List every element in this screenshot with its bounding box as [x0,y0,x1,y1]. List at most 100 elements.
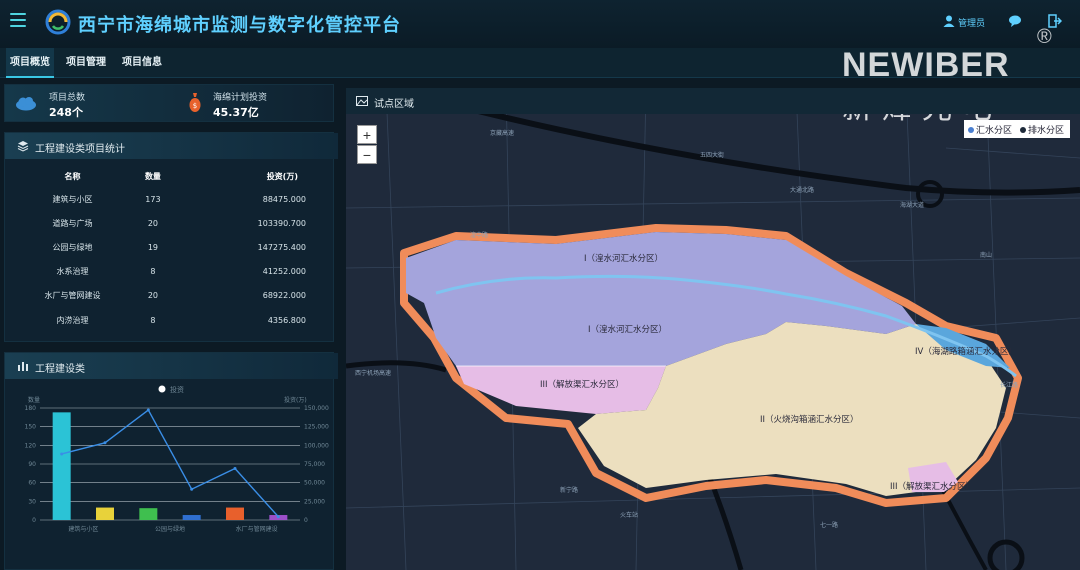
line-point-4 [190,487,194,491]
right-tick-label: 50,000 [304,480,325,487]
left-tick-label: 0 [32,517,36,524]
col-header-name: 名称 [64,171,81,181]
street-label: 七一路 [820,522,839,529]
zone-label-4: IV（海湖路箱涵汇水分区） [915,347,1017,357]
menu-icon[interactable] [10,13,26,27]
tab-project-management[interactable]: 项目管理 [62,48,110,78]
cell-count: 8 [150,267,156,277]
cell-investment: 41252.000 [262,267,306,277]
legend-dot-icon [968,127,974,133]
zone-label-3-east: III（解放渠汇水分区） [890,482,975,492]
table-row[interactable]: 建筑与小区 173 88475.000 [10,187,328,211]
table-row[interactable]: 内涝治理 8 4356.800 [10,308,328,332]
cell-investment: 68922.000 [262,291,306,301]
street-label: 海湖大道 [900,202,925,209]
bar-4 [182,515,201,520]
cell-investment: 88475.000 [262,194,306,204]
tab-project-overview[interactable]: 项目概览 [6,48,54,78]
cell-count: 20 [147,291,159,301]
map-header: 试点区域 [346,88,1080,114]
cell-name: 公园与绿地 [52,242,93,252]
zone-label-1-north: I（湟水河汇水分区） [584,254,664,264]
stats-section-title: 工程建设类项目统计 [35,144,125,155]
left-tick-label: 30 [28,498,36,505]
street-label: 南山 [980,252,993,259]
street-label: 大通北路 [790,187,815,194]
legend-catchment[interactable]: 汇水分区 [968,123,1012,136]
legend-drainage-label: 排水分区 [1028,126,1065,136]
chart-section-header: 工程建设类 [5,353,338,379]
message-icon[interactable] [1008,14,1022,28]
cell-investment: 147275.400 [257,242,306,252]
left-tick-label: 150 [25,424,37,431]
map-legend: 汇水分区 排水分区 [964,120,1070,138]
cell-name: 水厂与管网建设 [44,291,101,301]
stats-table: 名称 数量 投资(万) 建筑与小区 173 88475.000 道路与广场 20… [10,165,328,332]
cell-investment: 103390.700 [257,218,306,228]
left-tick-label: 120 [25,442,37,449]
user-label[interactable]: 管理员 [958,16,985,29]
zoom-out-button[interactable]: − [357,145,377,164]
left-axis-title: 数量 [28,396,40,404]
platform-logo [45,9,71,35]
map-panel[interactable] [346,88,1080,570]
table-header-row: 名称 数量 投资(万) [10,165,328,187]
street-label: 西宁机场高速 [355,370,392,377]
table-row[interactable]: 公园与绿地 19 147275.400 [10,235,328,259]
bar-chart-icon [18,362,28,371]
legend-dot-icon [1020,127,1026,133]
project-chart: 投资数量 投资(万) 0 0 30 25,000 60 50,000 90 75,000 120 10… [25,385,329,533]
map-title: 试点区域 [374,99,414,110]
street-label: 火车站 [620,512,639,519]
category-label: 公园与绿地 [155,525,185,533]
street-label: 新宁路 [560,487,579,494]
legend-catchment-label: 汇水分区 [976,126,1013,136]
kpi-investment-value: 45.37亿 [213,106,259,119]
category-label: 水厂与管网建设 [236,525,278,533]
cell-investment: 4356.800 [267,315,306,325]
bar-2 [96,507,114,520]
line-point-2 [103,441,107,445]
cell-name: 建筑与小区 [52,194,93,204]
street-label: 湟中路 [470,232,489,239]
tab-project-info[interactable]: 项目信息 [118,48,166,78]
image-icon [356,96,368,106]
left-tick-label: 90 [28,461,36,468]
kpi-panel: 项目总数 248个 $ 海绵计划投资 45.37亿 [4,84,334,122]
legend-drainage[interactable]: 排水分区 [1020,123,1064,136]
kpi-investment-label: 海绵计划投资 [213,93,268,103]
category-label: 建筑与小区 [68,525,98,533]
line-point-3 [146,408,150,412]
investment-line [61,408,279,518]
right-tick-label: 150,000 [304,405,329,412]
street-label: 京藏高速 [490,130,515,137]
left-tick-label: 60 [28,480,36,487]
zoom-in-button[interactable]: + [357,125,377,144]
col-header-investment: 投资(万) [266,171,298,181]
bar-5 [226,507,244,520]
cell-count: 173 [145,194,161,204]
right-tick-label: 75,000 [304,461,325,468]
zone-label-3-west: III（解放渠汇水分区） [540,380,625,390]
cell-count: 19 [147,242,159,252]
col-header-count: 数量 [144,171,161,181]
cell-name: 内涝治理 [56,315,89,325]
table-row[interactable]: 道路与广场 20 103390.700 [10,211,328,235]
cloud-icon [16,97,36,111]
line-point-6 [276,515,280,519]
bar-3 [139,508,158,520]
table-row[interactable]: 水厂与管网建设 20 68922.000 [10,284,328,308]
cell-name: 道路与广场 [52,218,93,228]
cell-count: 20 [147,218,159,228]
map-canvas[interactable] [346,88,1080,570]
street-label: 五四大街 [700,152,725,159]
zone-label-1-center: I（湟水河汇水分区） [588,325,668,335]
page-title: 西宁市海绵城市监测与数字化管控平台 [78,15,401,36]
bar-1 [52,412,71,520]
user-icon[interactable] [942,14,956,28]
svg-text:$: $ [193,102,197,110]
table-row[interactable]: 水系治理 8 41252.000 [10,260,328,284]
watermark-brand-en: NEWIBER [842,46,1010,84]
line-point-5 [233,467,237,471]
layers-icon [17,141,29,152]
